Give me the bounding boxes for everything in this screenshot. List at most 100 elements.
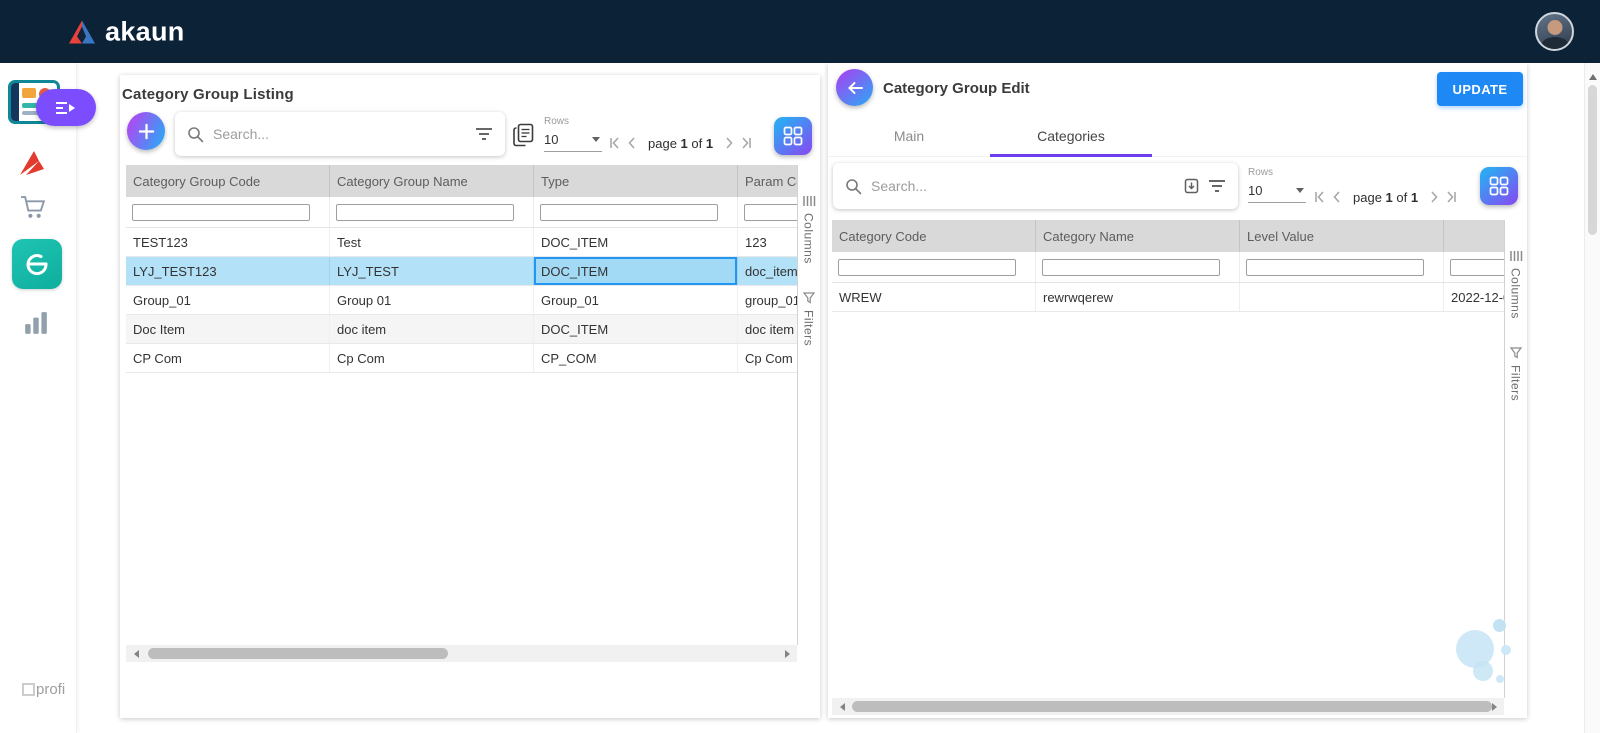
cell[interactable]: DOC_ITEM [534,315,738,343]
cell[interactable]: WREW [832,283,1036,311]
cell[interactable]: Test [330,228,534,256]
columns-panel-toggle[interactable]: Columns [1509,268,1523,319]
column-header[interactable]: Type [534,165,738,197]
column-header[interactable]: Category Group Name [330,165,534,197]
focused-cell[interactable]: DOC_ITEM [534,257,738,285]
listing-filter-button[interactable] [475,127,493,141]
akaun-logo[interactable]: akaun [68,16,185,47]
prev-page-icon [1330,190,1344,204]
scrollbar-thumb[interactable] [852,701,1492,712]
cell[interactable]: doc_item [738,257,797,285]
rows-per-page-control[interactable]: Rows 10 [544,116,602,152]
page-scrollbar-thumb[interactable] [1588,85,1597,235]
columns-panel-toggle[interactable]: Columns [802,213,816,264]
back-button[interactable] [836,69,873,106]
sidebar-item-cart[interactable] [18,193,48,221]
rows-value: 10 [544,132,558,147]
sidebar-item-analytics[interactable] [22,310,50,336]
column-header[interactable]: Category Name [1036,220,1240,252]
table-row[interactable]: Doc Item doc item DOC_ITEM doc item [126,315,797,344]
scroll-up-arrow[interactable] [1589,70,1597,80]
duplicate-pages-button[interactable] [512,123,535,147]
column-header[interactable] [1444,220,1504,252]
prev-page-button[interactable] [624,135,640,151]
column-filter-input[interactable] [1246,259,1424,276]
page-word: page [1353,190,1382,205]
filters-panel-toggle[interactable]: Filters [1509,365,1523,401]
column-filter-input[interactable] [132,204,310,221]
cell[interactable]: group_01 [738,286,797,314]
table-row-selected[interactable]: LYJ_TEST123 LYJ_TEST DOC_ITEM doc_item [126,257,797,286]
last-page-button[interactable] [1443,189,1459,205]
column-filter-input[interactable] [1042,259,1220,276]
cell[interactable]: TEST123 [126,228,330,256]
first-page-button[interactable] [1312,189,1328,205]
user-avatar[interactable] [1535,12,1574,51]
grid-view-button[interactable] [774,117,812,155]
cell[interactable]: doc item [738,315,797,343]
cell[interactable]: LYJ_TEST123 [126,257,330,285]
column-filter-input[interactable] [540,204,718,221]
caret-down-icon [1296,188,1304,193]
filters-panel-toggle[interactable]: Filters [802,310,816,346]
column-header[interactable]: Category Group Code [126,165,330,197]
app-root: akaun [0,0,1600,733]
prev-page-button[interactable] [1329,189,1345,205]
cell[interactable]: DOC_ITEM [534,228,738,256]
cell[interactable]: CP Com [126,344,330,372]
table-row[interactable]: TEST123 Test DOC_ITEM 123 [126,228,797,257]
scroll-left-arrow[interactable] [126,645,142,662]
rows-per-page-control[interactable]: Rows 10 [1248,167,1306,203]
cell[interactable]: 2022-12-0 [1444,283,1504,311]
profi-label: profi [36,681,65,698]
update-button[interactable]: UPDATE [1437,72,1523,106]
column-filter-input[interactable] [744,204,797,221]
listing-search-input[interactable] [213,126,466,142]
tab-categories[interactable]: Categories [990,115,1152,156]
last-page-button[interactable] [738,135,754,151]
scrollbar-thumb[interactable] [148,648,448,659]
table-row[interactable]: Group_01 Group 01 Group_01 group_01 [126,286,797,315]
cell[interactable]: doc item [330,315,534,343]
first-page-button[interactable] [607,135,623,151]
cell[interactable]: Group_01 [534,286,738,314]
cell[interactable]: Group 01 [330,286,534,314]
page-scrollbar[interactable] [1584,63,1600,733]
listing-panel-title: Category Group Listing [122,86,294,103]
column-header[interactable]: Param Co [738,165,797,197]
scrollbar-track[interactable] [142,645,781,662]
cell[interactable]: Doc Item [126,315,330,343]
cell[interactable]: LYJ_TEST [330,257,534,285]
decorative-dot [1493,619,1506,632]
categories-filter-button[interactable] [1208,179,1226,193]
column-filter-input[interactable] [336,204,514,221]
cell[interactable]: rewrwqerew [1036,283,1240,311]
cell[interactable]: Group_01 [126,286,330,314]
sidebar-expand-button[interactable] [36,89,96,126]
add-category-group-button[interactable] [127,112,165,150]
cell[interactable]: Cp Com [738,344,797,372]
column-header[interactable]: Category Code [832,220,1036,252]
tab-main[interactable]: Main [828,115,990,156]
cell[interactable]: CP_COM [534,344,738,372]
sidebar-item-red-app[interactable] [14,146,50,180]
next-page-button[interactable] [721,135,737,151]
cell[interactable] [1240,283,1444,311]
sidebar-item-active-app[interactable] [12,239,62,289]
tab-categories-label: Categories [1037,128,1105,144]
cell[interactable]: Cp Com [330,344,534,372]
cell[interactable]: 123 [738,228,797,256]
export-button[interactable] [1184,178,1199,194]
categories-search-input[interactable] [871,178,1175,194]
funnel-icon [803,292,815,304]
column-filter-input[interactable] [1450,259,1504,276]
column-filter-input[interactable] [838,259,1016,276]
table-row[interactable]: CP Com Cp Com CP_COM Cp Com [126,344,797,373]
table-row[interactable]: WREW rewrwqerew 2022-12-0 [832,283,1504,312]
scroll-right-arrow[interactable] [781,645,797,662]
scrollbar-track[interactable] [848,698,1488,715]
column-header[interactable]: Level Value [1240,220,1444,252]
next-page-button[interactable] [1426,189,1442,205]
scroll-left-arrow[interactable] [832,698,848,715]
grid-view-button[interactable] [1480,167,1518,205]
